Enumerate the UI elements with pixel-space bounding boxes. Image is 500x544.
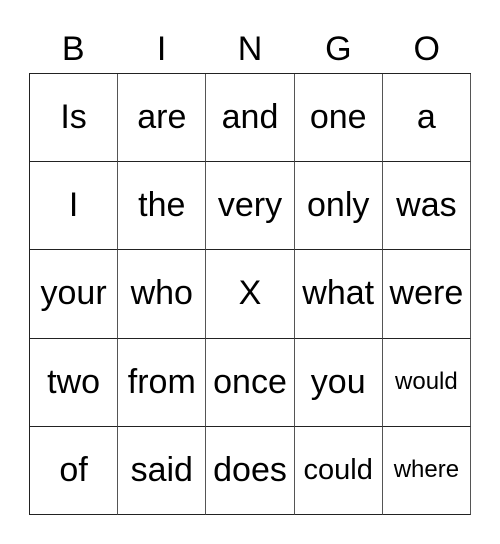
bingo-cell[interactable]: what	[294, 250, 383, 339]
header-letter-g: G	[325, 30, 352, 68]
bingo-cell[interactable]: a	[382, 74, 471, 163]
bingo-cell[interactable]: one	[294, 74, 383, 163]
bingo-cell[interactable]: was	[382, 162, 471, 251]
bingo-cell[interactable]: could	[294, 426, 383, 515]
bingo-cell[interactable]: from	[118, 338, 207, 427]
bingo-cell[interactable]: would	[382, 338, 471, 427]
bingo-cell[interactable]: only	[294, 162, 383, 251]
bingo-grid: Is are and one a I the very only was you…	[29, 73, 471, 515]
bingo-cell[interactable]: very	[206, 162, 295, 251]
header-letter-i: I	[156, 30, 167, 68]
header-letter-n: N	[237, 30, 263, 68]
header-letter-b: B	[61, 30, 85, 68]
bingo-cell[interactable]: of	[30, 426, 119, 515]
bingo-cell[interactable]: Is	[30, 74, 119, 163]
bingo-cell[interactable]: two	[30, 338, 119, 427]
bingo-cell[interactable]: once	[206, 338, 295, 427]
bingo-cell[interactable]: said	[118, 426, 207, 515]
bingo-cell[interactable]: and	[206, 74, 295, 163]
bingo-cell[interactable]: are	[118, 74, 207, 163]
bingo-cell[interactable]: where	[382, 426, 471, 515]
header-letter-o: O	[413, 30, 440, 68]
free-space-cell[interactable]: X	[206, 250, 295, 339]
bingo-cell[interactable]: who	[118, 250, 207, 339]
bingo-cell[interactable]: I	[30, 162, 119, 251]
bingo-cell[interactable]: your	[30, 250, 119, 339]
bingo-cell[interactable]: the	[118, 162, 207, 251]
bingo-cell[interactable]: does	[206, 426, 295, 515]
bingo-cell[interactable]: you	[294, 338, 383, 427]
bingo-cell[interactable]: were	[382, 250, 471, 339]
bingo-header: B I N G O	[29, 28, 471, 70]
